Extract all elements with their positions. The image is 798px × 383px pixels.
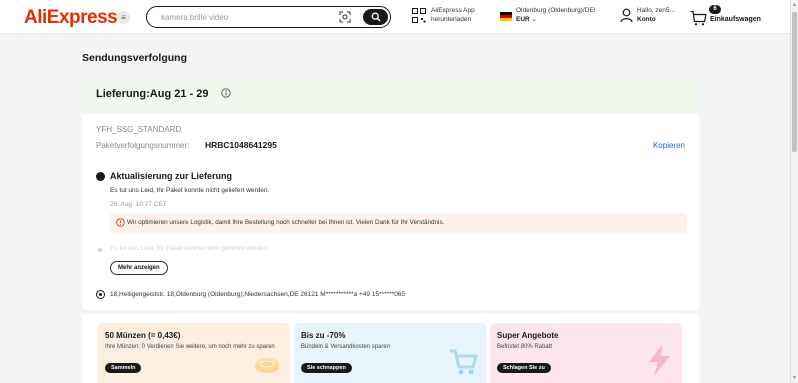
delivery-address: 18,Heiligengeiststr. 18,Oldenburg (Olden… [110, 291, 406, 298]
account-menu[interactable]: Hallo, zen5... Konto [620, 5, 690, 29]
qr-code-icon [412, 8, 426, 23]
region-text: Oldenburg (Oldenburg)/DE/ EUR ⌄ [516, 6, 596, 24]
search-icon [371, 12, 380, 22]
app-download-line1: AliExpress App [431, 7, 475, 14]
search-bar [146, 6, 391, 28]
promo-card-super-deals[interactable]: Super Angebote Befristet 80% Rabatt Schl… [490, 323, 682, 383]
lightning-icon [649, 345, 670, 376]
coin-icon [255, 358, 279, 373]
shopping-cart-icon [450, 349, 478, 375]
tracking-card: YFH_SSG_STANDARD Paketverfolgungsnummer:… [82, 114, 699, 310]
update-time: 26. Aug. 10:27 CET [110, 201, 167, 208]
scroll-up-icon[interactable]: ▲ [792, 2, 797, 8]
info-icon[interactable] [221, 88, 231, 98]
show-more-button[interactable]: Mehr anzeigen [110, 261, 168, 275]
account-greeting: Hallo, zen5... [637, 7, 675, 14]
promo-section: 50 Münzen (= 0,43€) Ihre Münzen: 0 Verdi… [82, 314, 699, 383]
promo-title: Bis zu -70% [301, 331, 346, 340]
chevron-down-icon: ⌄ [531, 16, 537, 23]
cart-button[interactable]: 6 Einkaufswagen [690, 4, 770, 30]
carrier-name: YFH_SSG_STANDARD [96, 125, 182, 134]
user-icon [620, 8, 633, 23]
camera-search-icon[interactable] [339, 11, 351, 23]
search-input[interactable] [161, 10, 331, 24]
copy-button[interactable]: Kopieren [653, 141, 685, 150]
grab-deal-button[interactable]: Sie schnappen [301, 363, 352, 373]
timeline-dot-active [96, 172, 105, 181]
notice-text: Wir optimieren unsere Logistik, damit Ih… [127, 219, 445, 226]
promo-card-coins[interactable]: 50 Münzen (= 0,43€) Ihre Münzen: 0 Verdi… [98, 323, 290, 383]
timeline-event-faded: Es tut uns Leid, Ihr Paket konnte nicht … [110, 245, 270, 252]
promo-card-bundle[interactable]: Bis zu -70% Bündeln & Versandkosten spar… [294, 323, 486, 383]
menu-icon[interactable]: ≡ [117, 11, 130, 24]
germany-flag-icon [500, 12, 512, 21]
page-scrollbar[interactable]: ▲ ▼ [790, 0, 798, 383]
tracking-number: HRBC1048641295 [205, 140, 277, 150]
cart-icon [690, 10, 707, 26]
logistics-notice: Wir optimieren unsere Logistik, damit Ih… [110, 213, 687, 233]
page-title: Sendungsverfolgung [82, 52, 187, 64]
update-title: Aktualisierung zur Lieferung [110, 171, 233, 181]
delivery-estimate: Lieferung:Aug 21 - 29 [96, 88, 209, 100]
cart-count-badge: 6 [709, 5, 721, 14]
promo-title: 50 Münzen (= 0,43€) [105, 331, 181, 340]
app-download-line2: herunterladen [431, 16, 472, 23]
collect-coins-button[interactable]: Sammeln [105, 363, 142, 373]
top-header: AliExpress ≡ AliExpress App herunterlade… [0, 0, 790, 34]
app-download[interactable]: AliExpress App herunterladen [412, 6, 492, 28]
timeline-dot [98, 248, 102, 252]
warning-info-icon [116, 218, 125, 227]
account-text: Hallo, zen5... Konto [637, 6, 675, 24]
currency-label: EUR [516, 16, 530, 23]
scroll-down-icon[interactable]: ▼ [792, 375, 797, 381]
promo-title: Super Angebote [497, 331, 559, 340]
cart-label: Einkaufswagen [710, 16, 761, 23]
region-location: Oldenburg (Oldenburg)/DE/ [516, 7, 596, 14]
region-selector[interactable]: Oldenburg (Oldenburg)/DE/ EUR ⌄ [500, 6, 612, 28]
app-download-text: AliExpress App herunterladen [431, 6, 475, 24]
update-message: Es tut uns Leid, Ihr Paket konnte nicht … [110, 187, 270, 194]
scrollbar-thumb[interactable] [792, 12, 797, 152]
strike-deal-button[interactable]: Schlagen Sie zu [497, 363, 551, 373]
account-label: Konto [637, 16, 656, 23]
tracking-number-label: Paketverfolgungsnummer: [96, 141, 190, 150]
search-button[interactable] [363, 9, 388, 25]
aliexpress-logo[interactable]: AliExpress [24, 7, 118, 29]
location-radio-icon [96, 290, 105, 299]
delivery-estimate-card: Lieferung:Aug 21 - 29 [82, 79, 699, 111]
